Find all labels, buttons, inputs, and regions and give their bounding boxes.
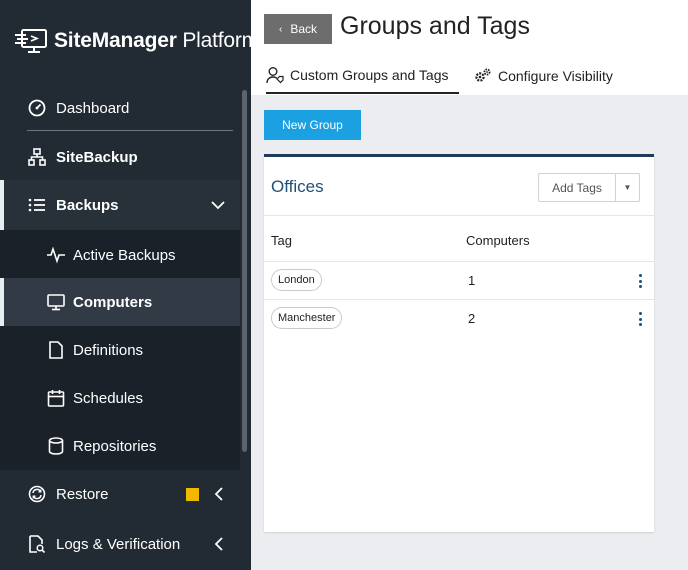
logo-text-light: Platform bbox=[176, 29, 259, 52]
gears-icon bbox=[474, 67, 492, 85]
sidebar-item-schedules[interactable]: Schedules bbox=[0, 374, 240, 422]
logo-icon bbox=[15, 29, 47, 53]
group-panel: Offices Add Tags ▼ Tag Computers London … bbox=[264, 154, 654, 532]
sidebar: SiteManager Platform Dashboard SiteBacku… bbox=[0, 0, 259, 570]
active-indicator bbox=[0, 278, 4, 326]
tab-label: Custom Groups and Tags bbox=[290, 66, 449, 83]
sidebar-item-definitions[interactable]: Definitions bbox=[0, 326, 240, 374]
file-search-icon bbox=[27, 534, 47, 554]
new-group-button[interactable]: New Group bbox=[264, 110, 361, 140]
sidebar-item-sitebackup[interactable]: SiteBackup bbox=[0, 133, 240, 181]
logo-text-bold: SiteManager bbox=[54, 29, 177, 52]
sidebar-item-label: Repositories bbox=[73, 437, 157, 455]
caret-down-icon: ▼ bbox=[623, 183, 632, 192]
sidebar-divider bbox=[27, 130, 233, 131]
sidebar-item-label: Computers bbox=[73, 293, 153, 311]
sidebar-item-label: Schedules bbox=[73, 389, 144, 407]
app-logo[interactable]: SiteManager Platform bbox=[14, 26, 259, 56]
column-header-computers: Computers bbox=[466, 233, 530, 248]
sidebar-item-backups[interactable]: Backups bbox=[0, 181, 240, 229]
sidebar-item-dashboard[interactable]: Dashboard bbox=[0, 84, 240, 132]
page-header: ‹ Back Groups and Tags Custom Groups and… bbox=[251, 0, 688, 95]
sidebar-item-label: Definitions bbox=[73, 341, 144, 359]
list-icon bbox=[27, 195, 47, 215]
sidebar-item-label: Backups bbox=[56, 196, 119, 214]
activity-icon bbox=[46, 245, 66, 265]
back-button[interactable]: ‹ Back bbox=[264, 14, 332, 44]
user-tag-icon bbox=[266, 66, 284, 84]
tab-label: Configure Visibility bbox=[498, 68, 613, 84]
back-button-label: Back bbox=[290, 22, 318, 36]
database-icon bbox=[46, 436, 66, 456]
add-tags-button[interactable]: Add Tags bbox=[539, 174, 616, 201]
row-menu-icon[interactable] bbox=[636, 312, 644, 326]
computer-count: 1 bbox=[468, 273, 476, 288]
restore-icon bbox=[27, 484, 47, 504]
add-tags-split-button: Add Tags ▼ bbox=[538, 173, 640, 202]
gauge-icon bbox=[27, 98, 47, 118]
chevron-left-icon: ‹ bbox=[278, 23, 283, 35]
tag-chip[interactable]: London bbox=[271, 269, 322, 291]
sitemap-icon bbox=[27, 147, 47, 167]
chevron-down-icon[interactable] bbox=[208, 195, 228, 215]
tab-configure-visibility[interactable]: Configure Visibility bbox=[474, 57, 613, 95]
computer-count: 2 bbox=[468, 311, 476, 326]
tab-custom-groups-and-tags[interactable]: Custom Groups and Tags bbox=[266, 57, 459, 94]
chevron-left-icon[interactable] bbox=[208, 484, 228, 504]
page-title: Groups and Tags bbox=[340, 12, 530, 40]
divider bbox=[264, 215, 654, 216]
sidebar-item-computers[interactable]: Computers bbox=[0, 278, 240, 326]
monitor-icon bbox=[46, 292, 66, 312]
add-tags-dropdown[interactable]: ▼ bbox=[616, 174, 639, 201]
sidebar-item-repositories[interactable]: Repositories bbox=[0, 422, 240, 470]
sidebar-item-logs-verification[interactable]: Logs & Verification bbox=[0, 520, 240, 568]
file-icon bbox=[46, 340, 66, 360]
sidebar-item-restore[interactable]: Restore bbox=[0, 470, 240, 518]
status-badge bbox=[186, 488, 199, 501]
chevron-left-icon[interactable] bbox=[208, 534, 228, 554]
calendar-icon bbox=[46, 388, 66, 408]
sidebar-item-active-backups[interactable]: Active Backups bbox=[0, 231, 240, 279]
divider bbox=[264, 261, 654, 262]
column-header-tag: Tag bbox=[271, 233, 292, 248]
sidebar-item-label: Dashboard bbox=[56, 99, 130, 117]
divider bbox=[264, 299, 654, 300]
sidebar-item-label: Restore bbox=[56, 485, 109, 503]
sidebar-item-label: SiteBackup bbox=[56, 148, 138, 166]
group-title: Offices bbox=[271, 177, 324, 196]
tag-chip[interactable]: Manchester bbox=[271, 307, 343, 329]
row-menu-icon[interactable] bbox=[636, 274, 644, 288]
sidebar-item-label: Active Backups bbox=[73, 246, 176, 264]
sidebar-scrollbar[interactable] bbox=[242, 90, 247, 452]
sidebar-item-label: Logs & Verification bbox=[56, 535, 181, 553]
